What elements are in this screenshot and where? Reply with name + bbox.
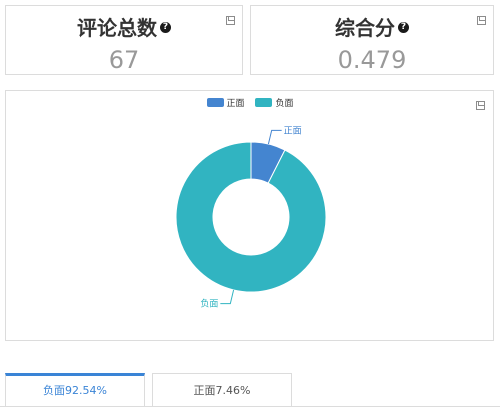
legend-label-positive: 正面: [226, 99, 245, 109]
tab-bar-divider: [0, 406, 500, 407]
legend-label-negative: 负面: [275, 99, 294, 109]
legend-item-negative[interactable]: 负面: [255, 96, 293, 109]
overall-score-card: 综合分? 0.479: [250, 5, 494, 75]
help-icon[interactable]: ?: [398, 22, 409, 33]
comment-count-title: 评论总数?: [6, 14, 242, 42]
comment-count-title-text: 评论总数: [77, 16, 157, 40]
overall-score-value: 0.479: [337, 46, 407, 74]
save-image-icon[interactable]: [477, 16, 486, 25]
sentiment-chart-card: [5, 90, 494, 341]
legend-item-positive[interactable]: 正面: [206, 96, 245, 109]
chart-legend: 正面 负面: [0, 96, 500, 110]
legend-swatch-negative: [255, 98, 273, 107]
comment-count-card: 评论总数? 67: [5, 5, 243, 75]
help-icon[interactable]: ?: [160, 22, 171, 33]
legend-swatch-positive: [206, 98, 224, 107]
tab-negative[interactable]: 负面92.54%: [5, 373, 145, 407]
comment-count-value: 67: [108, 46, 140, 74]
tab-positive[interactable]: 正面7.46%: [152, 373, 292, 407]
save-image-icon[interactable]: [226, 16, 235, 25]
overall-score-title: 综合分?: [251, 14, 493, 42]
overall-score-title-text: 综合分: [335, 16, 395, 40]
